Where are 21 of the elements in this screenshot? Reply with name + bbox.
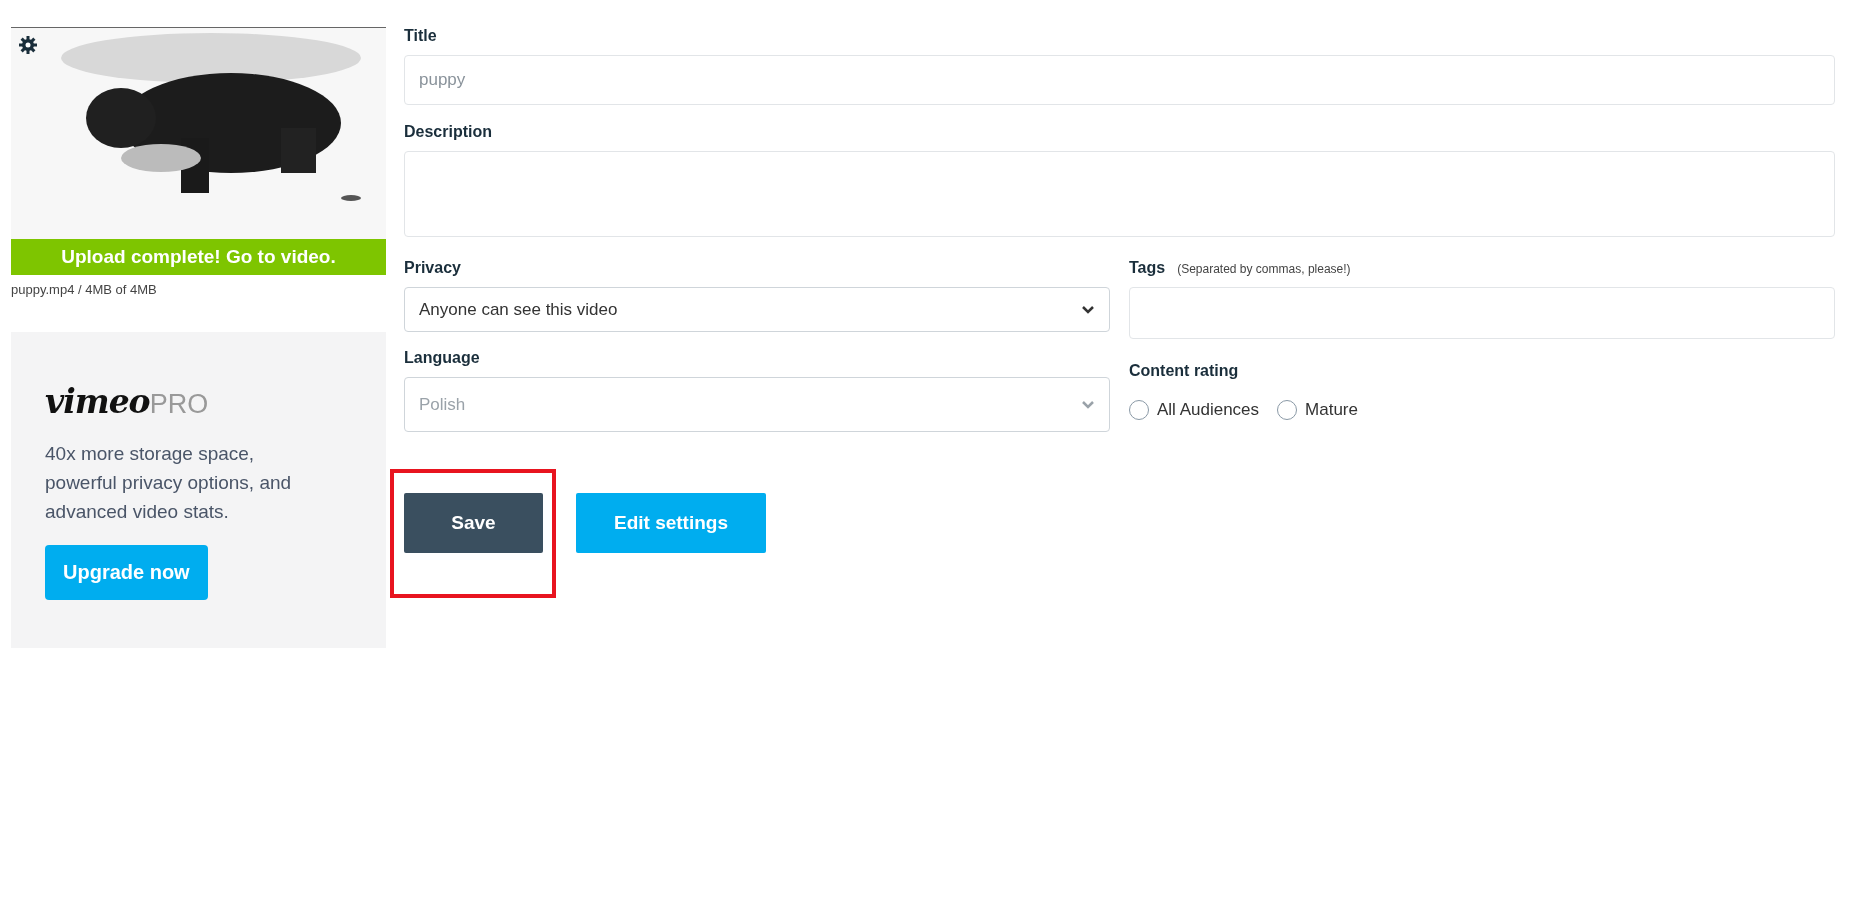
plan-name: PRO (149, 389, 209, 420)
brand-logo: vimeo (45, 382, 150, 421)
description-field[interactable] (404, 151, 1835, 237)
chevron-down-icon (1081, 399, 1095, 410)
field-label: Privacy (404, 259, 462, 277)
field-label: Description (404, 123, 493, 141)
promo-text: 40x more storage space, powerful privacy options, and advanced video stats. (45, 442, 293, 524)
radio-option[interactable]: Mature (1277, 400, 1358, 420)
field-label: Language (404, 349, 481, 367)
dropdown: Polish (404, 377, 1110, 432)
field-label: Tags (1129, 259, 1166, 277)
field-hint: (Separated by commas, please!) (1177, 262, 1351, 276)
settings-icon[interactable] (18, 35, 38, 55)
dropdown[interactable]: Anyone can see this video (404, 287, 1110, 332)
radio-option[interactable]: All Audiences (1129, 400, 1260, 420)
chevron-down-icon (1081, 304, 1095, 315)
file-info: puppy.mp4 / 4MB of 4MB (11, 282, 157, 297)
tags-field[interactable] (1129, 287, 1835, 339)
field-label: Title (404, 27, 438, 45)
save-button[interactable]: Save (404, 493, 543, 553)
field-label: Content rating (1129, 362, 1240, 380)
